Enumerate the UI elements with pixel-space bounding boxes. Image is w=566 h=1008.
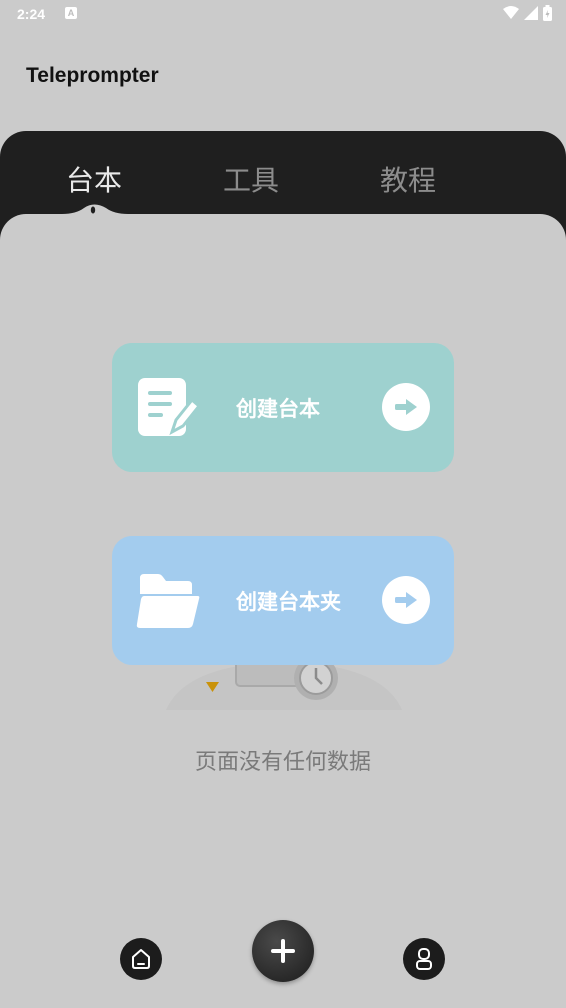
user-icon (416, 948, 432, 970)
folder-open-icon (136, 574, 200, 628)
notification-a-icon: A (65, 7, 77, 19)
arrow-right-icon (395, 592, 417, 608)
tab-indicator (62, 204, 128, 220)
add-icon (271, 939, 295, 963)
create-script-label: 创建台本 (236, 397, 320, 421)
create-folder-label: 创建台本夹 (236, 590, 341, 614)
tab-tools[interactable]: 工具 (191, 159, 311, 199)
app-title: Teleprompter (26, 64, 159, 87)
signal-icon (524, 6, 538, 20)
battery-icon (543, 5, 552, 21)
home-button[interactable] (120, 938, 162, 980)
profile-button[interactable] (403, 938, 445, 980)
empty-state-message: 页面没有任何数据 (194, 750, 371, 775)
create-script-card[interactable]: 创建台本 (112, 343, 454, 472)
document-edit-icon (138, 378, 200, 436)
create-script-arrow-button[interactable] (382, 383, 430, 431)
wifi-icon (503, 6, 519, 19)
tab-scripts[interactable]: 台本 (34, 159, 154, 199)
create-folder-arrow-button[interactable] (382, 576, 430, 624)
status-time: 2:24 (17, 6, 46, 22)
tab-tutorials[interactable]: 教程 (348, 159, 468, 199)
add-button[interactable] (252, 920, 314, 982)
arrow-right-icon (395, 399, 417, 415)
status-icons (503, 5, 552, 21)
create-folder-card[interactable]: 创建台本夹 (112, 536, 454, 665)
home-icon (132, 949, 150, 969)
status-bar: 2:24 A (0, 0, 566, 30)
